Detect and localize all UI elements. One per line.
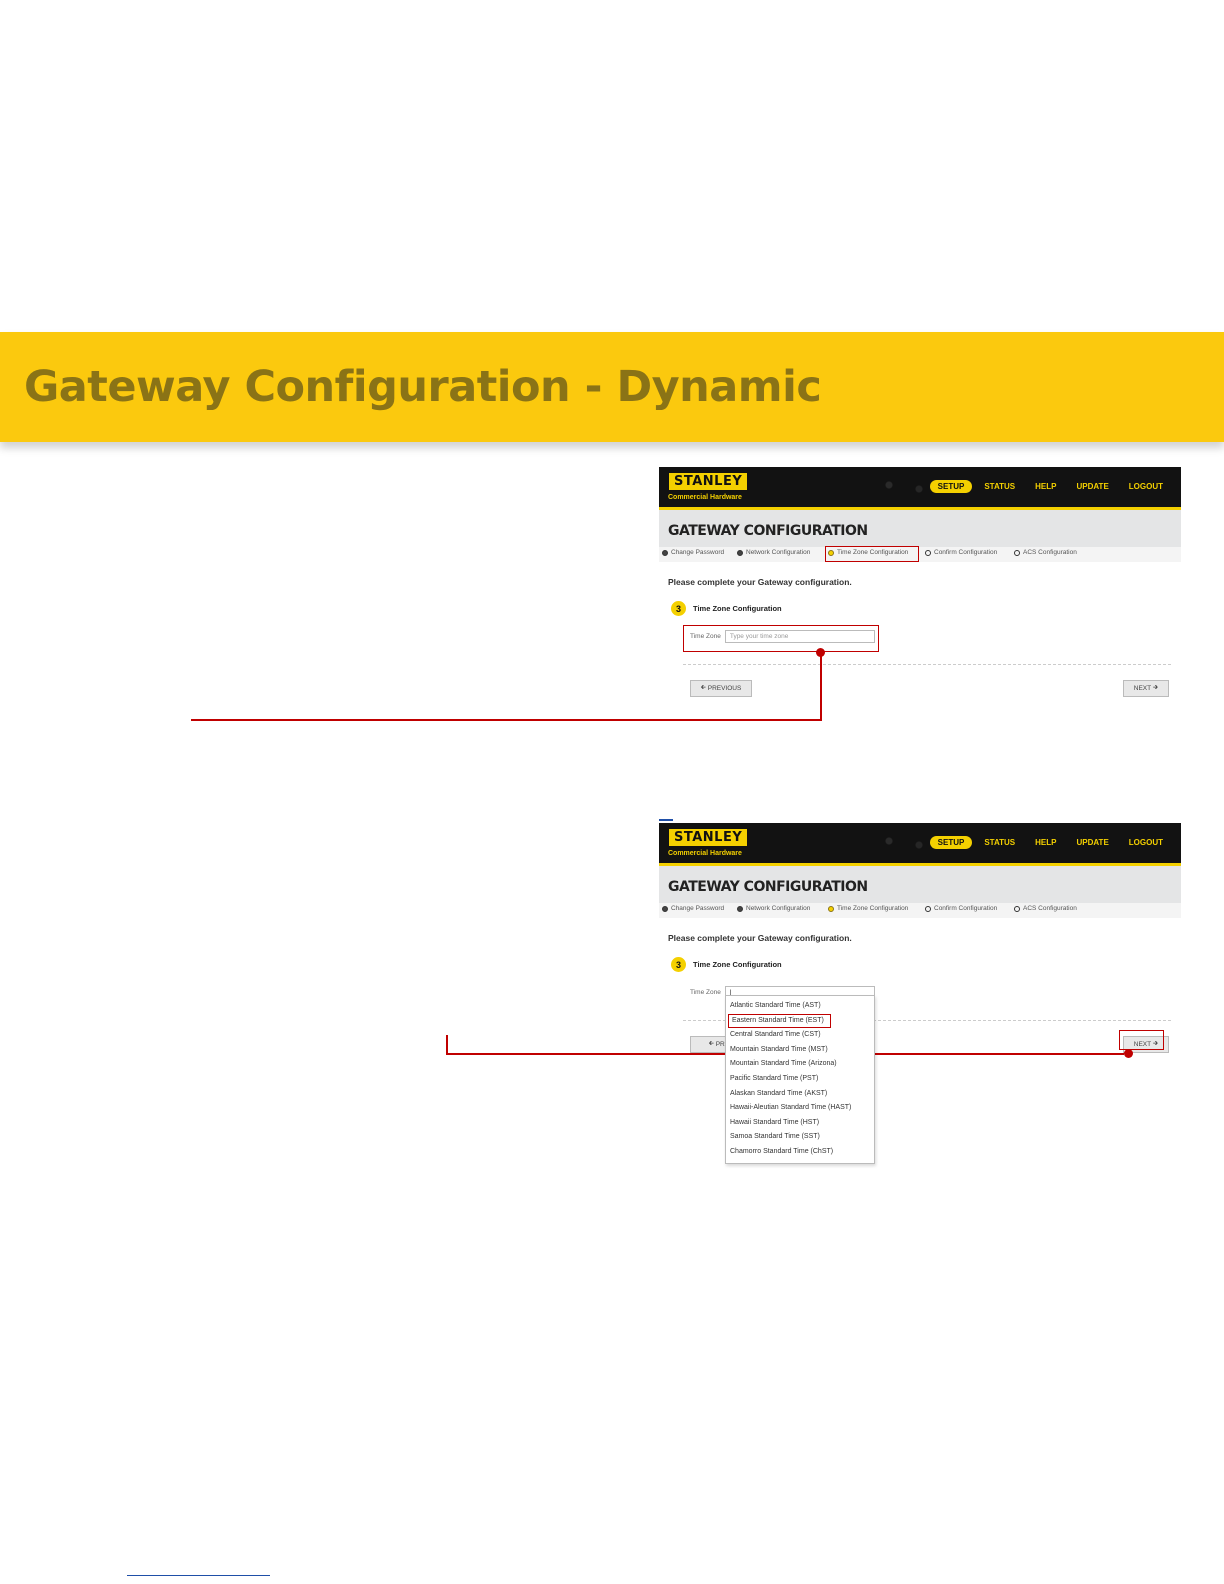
option-ast[interactable]: Atlantic Standard Time (AST) [726, 999, 874, 1014]
pending-step-icon [925, 905, 931, 912]
next-button[interactable]: NEXT 🡲 [1123, 680, 1169, 697]
page-title: GATEWAY CONFIGURATION [668, 523, 868, 539]
check-icon [662, 549, 668, 556]
next-highlight-box [1119, 1030, 1164, 1050]
option-pst[interactable]: Pacific Standard Time (PST) [726, 1072, 874, 1087]
previous-button[interactable]: 🡰 PREVIOUS [690, 680, 752, 697]
page-title: GATEWAY CONFIGURATION [668, 879, 868, 895]
current-step-icon [828, 905, 834, 912]
step-network-configuration[interactable]: Network Configuration [737, 905, 810, 912]
section-title: Time Zone Configuration [693, 960, 782, 969]
option-sst[interactable]: Samoa Standard Time (SST) [726, 1130, 874, 1145]
step-time-zone-configuration[interactable]: Time Zone Configuration [828, 905, 908, 912]
screenshot-time-zone-empty: STANLEY Commercial Hardware SETUP STATUS… [659, 467, 1181, 717]
callout-line [446, 1035, 448, 1055]
check-icon [737, 905, 743, 912]
wizard-steps: Change Password Network Configuration Ti… [659, 903, 1181, 918]
main-nav: SETUP STATUS HELP UPDATE LOGOUT [926, 836, 1171, 849]
pending-step-icon [1014, 549, 1020, 556]
section-header: 3 Time Zone Configuration [671, 957, 782, 972]
footer-link-underline [127, 1575, 270, 1576]
option-hst[interactable]: Hawaii Standard Time (HST) [726, 1116, 874, 1131]
stanley-logo[interactable]: STANLEY Commercial Hardware [668, 472, 749, 501]
nav-help[interactable]: HELP [1027, 836, 1064, 849]
callout-line [820, 654, 822, 721]
nav-logout[interactable]: LOGOUT [1121, 480, 1171, 493]
step-acs-configuration[interactable]: ACS Configuration [1014, 549, 1077, 556]
nav-update[interactable]: UPDATE [1068, 836, 1116, 849]
step-confirm-configuration[interactable]: Confirm Configuration [925, 905, 997, 912]
time-zone-dropdown: Atlantic Standard Time (AST) Eastern Sta… [725, 995, 875, 1164]
intro-text: Please complete your Gateway configurati… [668, 577, 852, 587]
section-heading: Gateway Configuration - Dynamic [24, 362, 822, 412]
nav-status[interactable]: STATUS [976, 480, 1023, 493]
callout-line [191, 719, 822, 721]
callout-pin [1124, 1049, 1133, 1058]
pending-step-icon [925, 549, 931, 556]
input-highlight-box [683, 625, 879, 652]
step-change-password[interactable]: Change Password [662, 549, 724, 556]
divider [683, 664, 1171, 665]
wizard-steps: Change Password Network Configuration Ti… [659, 547, 1181, 562]
section-number: 3 [671, 601, 686, 616]
check-icon [662, 905, 668, 912]
nav-help[interactable]: HELP [1027, 480, 1064, 493]
option-hast[interactable]: Hawaii-Aleutian Standard Time (HAST) [726, 1101, 874, 1116]
title-bar: GATEWAY CONFIGURATION Change Password Ne… [659, 866, 1181, 918]
nav-update[interactable]: UPDATE [1068, 480, 1116, 493]
intro-text: Please complete your Gateway configurati… [668, 933, 852, 943]
step-highlight-box [825, 546, 919, 562]
step-confirm-configuration[interactable]: Confirm Configuration [925, 549, 997, 556]
edge-mark [659, 819, 673, 821]
screenshot-time-zone-dropdown: STANLEY Commercial Hardware SETUP STATUS… [659, 823, 1181, 1173]
arrow-left-icon: 🡰 [708, 1040, 716, 1047]
top-navbar: STANLEY Commercial Hardware SETUP STATUS… [659, 467, 1181, 510]
step-acs-configuration[interactable]: ACS Configuration [1014, 905, 1077, 912]
section-number: 3 [671, 957, 686, 972]
option-chst[interactable]: Chamorro Standard Time (ChST) [726, 1145, 874, 1160]
step-network-configuration[interactable]: Network Configuration [737, 549, 810, 556]
nav-setup[interactable]: SETUP [929, 480, 973, 493]
section-title: Time Zone Configuration [693, 604, 782, 613]
title-bar: GATEWAY CONFIGURATION Change Password Ne… [659, 510, 1181, 562]
arrow-left-icon: 🡰 [700, 684, 708, 691]
nav-status[interactable]: STATUS [976, 836, 1023, 849]
nav-setup[interactable]: SETUP [929, 836, 973, 849]
top-navbar: STANLEY Commercial Hardware SETUP STATUS… [659, 823, 1181, 866]
step-change-password[interactable]: Change Password [662, 905, 724, 912]
option-cst[interactable]: Central Standard Time (CST) [726, 1028, 874, 1043]
option-est[interactable]: Eastern Standard Time (EST) [728, 1013, 831, 1029]
check-icon [737, 549, 743, 556]
section-banner: Gateway Configuration - Dynamic [0, 332, 1224, 442]
pending-step-icon [1014, 905, 1020, 912]
main-nav: SETUP STATUS HELP UPDATE LOGOUT [926, 480, 1171, 493]
time-zone-label: Time Zone [690, 989, 721, 996]
option-mst-arizona[interactable]: Mountain Standard Time (Arizona) [726, 1057, 874, 1072]
option-akst[interactable]: Alaskan Standard Time (AKST) [726, 1087, 874, 1102]
nav-logout[interactable]: LOGOUT [1121, 836, 1171, 849]
arrow-right-icon: 🡲 [1151, 684, 1159, 691]
option-mst[interactable]: Mountain Standard Time (MST) [726, 1043, 874, 1058]
section-header: 3 Time Zone Configuration [671, 601, 782, 616]
stanley-logo[interactable]: STANLEY Commercial Hardware [668, 828, 749, 857]
